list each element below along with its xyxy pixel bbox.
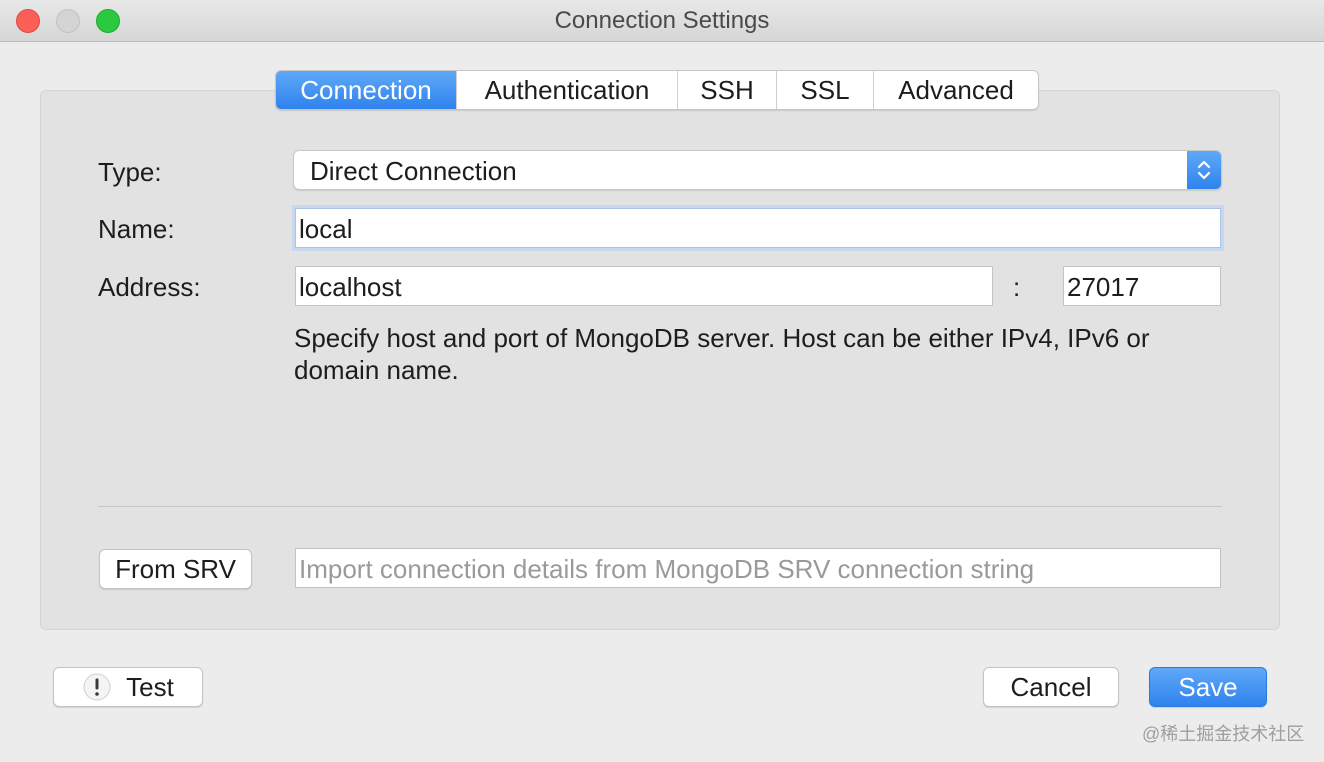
tab-ssh[interactable]: SSH [678,71,777,109]
window-title: Connection Settings [554,7,770,34]
tab-bar: Connection Authentication SSH SSL Advanc… [275,70,1039,110]
port-input[interactable]: 27017 [1063,266,1221,306]
type-select[interactable]: Direct Connection [293,150,1222,190]
tab-ssl[interactable]: SSL [777,71,874,109]
from-srv-button[interactable]: From SRV [99,549,252,589]
tab-authentication[interactable]: Authentication [457,71,678,109]
up-down-chevron-icon[interactable] [1187,151,1221,189]
address-label: Address: [98,272,201,302]
title-bar: Connection Settings [0,0,1324,42]
test-button[interactable]: Test [53,667,203,707]
type-label: Type: [98,157,162,187]
test-button-label: Test [126,671,174,702]
save-button[interactable]: Save [1149,667,1267,707]
name-label: Name: [98,214,175,244]
cancel-button[interactable]: Cancel [983,667,1119,707]
port-separator: : [1013,272,1021,302]
address-hint: Specify host and port of MongoDB server.… [294,323,1150,385]
tab-connection[interactable]: Connection [276,71,457,109]
divider [98,506,1222,507]
host-input[interactable]: localhost [295,266,993,306]
type-select-value: Direct Connection [310,156,517,186]
name-input[interactable]: local [295,208,1221,248]
srv-connection-string-input[interactable]: Import connection details from MongoDB S… [295,548,1221,588]
watermark: @稀土掘金技术社区 [1142,724,1305,744]
warning-icon [82,672,112,702]
tab-advanced[interactable]: Advanced [874,71,1038,109]
